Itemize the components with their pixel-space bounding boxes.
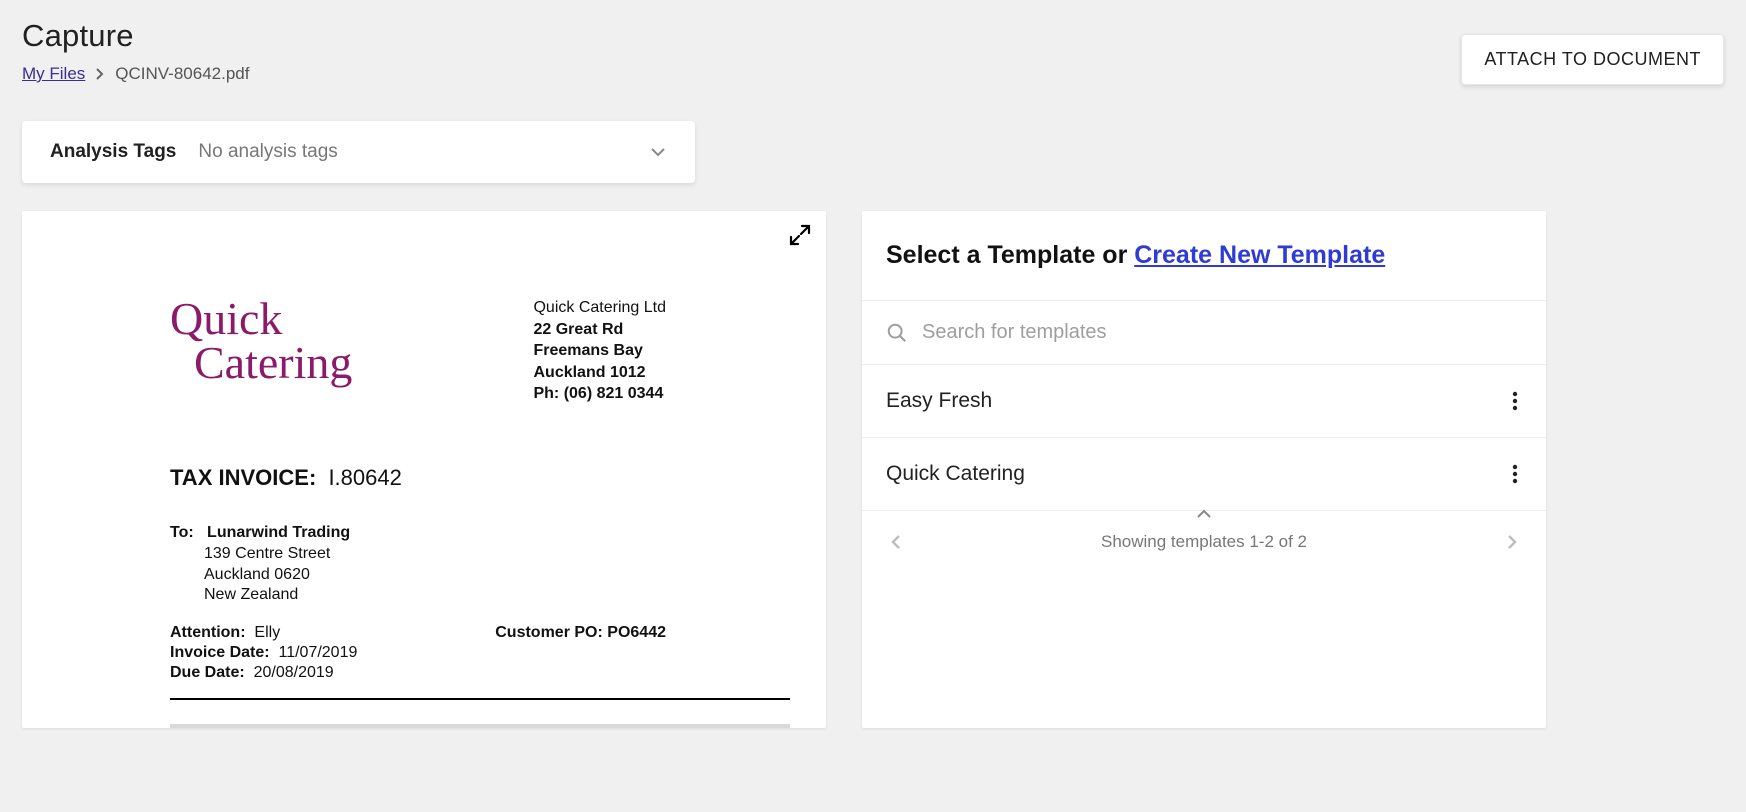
template-search-input[interactable] bbox=[922, 321, 1522, 344]
breadcrumb-current: QCINV-80642.pdf bbox=[115, 64, 249, 84]
more-vert-icon[interactable] bbox=[1508, 460, 1522, 488]
template-panel: Select a Template or Create New Template… bbox=[862, 211, 1546, 728]
invoice-title: TAX INVOICE: I.80642 bbox=[170, 465, 766, 491]
document-preview: Quick Catering Quick Catering Ltd 22 Gre… bbox=[22, 211, 826, 728]
create-new-template-link[interactable]: Create New Template bbox=[1134, 241, 1385, 269]
page-title: Capture bbox=[22, 18, 249, 54]
next-page-button[interactable] bbox=[1502, 529, 1522, 555]
template-item-label: Quick Catering bbox=[886, 462, 1025, 486]
attach-to-document-button[interactable]: ATTACH TO DOCUMENT bbox=[1461, 34, 1724, 85]
invoice-meta-right: Customer PO: PO6442 bbox=[495, 624, 666, 684]
expand-icon[interactable] bbox=[788, 223, 812, 247]
template-panel-heading: Select a Template or Create New Template bbox=[862, 211, 1546, 301]
search-icon bbox=[886, 322, 908, 344]
line-items-header: UNIT QTY DESCRIPTION UNIT PRICE TOTAL bbox=[170, 724, 790, 728]
breadcrumb: My Files QCINV-80642.pdf bbox=[22, 64, 249, 84]
template-count-status: Showing templates 1-2 of 2 bbox=[1101, 532, 1307, 552]
template-item-label: Easy Fresh bbox=[886, 389, 992, 413]
analysis-tags-value: No analysis tags bbox=[198, 141, 337, 163]
invoice-meta-left: Attention: Elly Invoice Date: 11/07/2019… bbox=[170, 624, 357, 684]
analysis-tags-dropdown[interactable]: Analysis Tags No analysis tags bbox=[22, 121, 695, 183]
template-item[interactable]: Easy Fresh bbox=[862, 365, 1546, 438]
template-item[interactable]: Quick Catering bbox=[862, 438, 1546, 511]
prev-page-button[interactable] bbox=[886, 529, 906, 555]
vendor-logo: Quick Catering bbox=[170, 297, 352, 384]
more-vert-icon[interactable] bbox=[1508, 387, 1522, 415]
breadcrumb-root-link[interactable]: My Files bbox=[22, 64, 85, 84]
analysis-tags-label: Analysis Tags bbox=[50, 141, 176, 163]
chevron-down-icon bbox=[649, 146, 667, 158]
chevron-right-icon bbox=[95, 67, 105, 81]
vendor-address: Quick Catering Ltd 22 Great Rd Freemans … bbox=[533, 297, 666, 405]
bill-to: To: Lunarwind Trading 139 Centre Street … bbox=[170, 523, 766, 606]
chevron-up-icon[interactable] bbox=[1196, 509, 1212, 519]
divider bbox=[170, 698, 790, 700]
